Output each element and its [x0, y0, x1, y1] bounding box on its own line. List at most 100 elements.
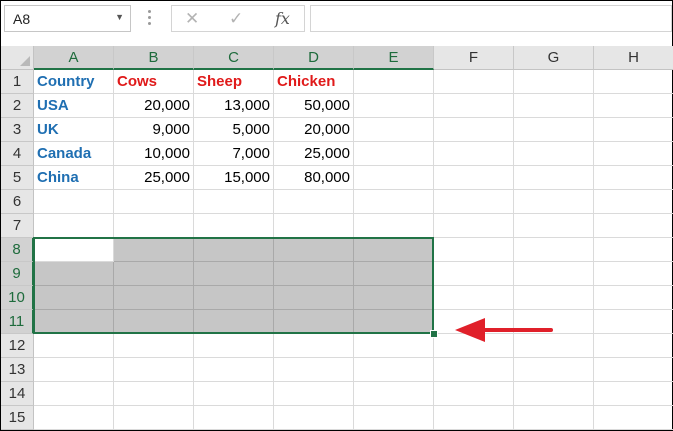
row-header-10[interactable]: 10	[1, 286, 34, 310]
formula-input[interactable]	[310, 5, 672, 32]
cell-a10[interactable]	[34, 286, 114, 310]
grid-cell[interactable]	[434, 238, 514, 262]
cell-c4[interactable]: 7,000	[194, 142, 274, 166]
row-header-5[interactable]: 5	[1, 166, 34, 190]
grid-cell[interactable]	[354, 190, 434, 214]
grid-cell[interactable]	[594, 406, 673, 430]
grid-cell[interactable]	[194, 190, 274, 214]
cell-b3[interactable]: 9,000	[114, 118, 194, 142]
cell-b10[interactable]	[114, 286, 194, 310]
cell-b4[interactable]: 10,000	[114, 142, 194, 166]
row-header-9[interactable]: 9	[1, 262, 34, 286]
grid-cell[interactable]	[194, 214, 274, 238]
grid-cell[interactable]	[354, 142, 434, 166]
grid-cell[interactable]	[514, 190, 594, 214]
cell-c10[interactable]	[194, 286, 274, 310]
grid-cell[interactable]	[514, 406, 594, 430]
column-header-f[interactable]: F	[434, 46, 514, 70]
grid-cell[interactable]	[514, 238, 594, 262]
grid-cell[interactable]	[34, 358, 114, 382]
grid-cell[interactable]	[434, 358, 514, 382]
cell-e9[interactable]	[354, 262, 434, 286]
cell-d4[interactable]: 25,000	[274, 142, 354, 166]
close-icon[interactable]: ✕	[185, 9, 199, 29]
grid-cell[interactable]	[514, 214, 594, 238]
cell-a2[interactable]: USA	[34, 94, 114, 118]
cell-c11[interactable]	[194, 310, 274, 334]
function-icon[interactable]: fx	[275, 9, 290, 28]
chevron-down-icon[interactable]: ▼	[115, 12, 124, 22]
check-icon[interactable]: ✓	[229, 9, 243, 29]
grid-cell[interactable]	[354, 334, 434, 358]
grid-cell[interactable]	[354, 382, 434, 406]
grid-cell[interactable]	[594, 358, 673, 382]
select-all-button[interactable]	[1, 46, 34, 70]
grid-cell[interactable]	[594, 334, 673, 358]
row-header-14[interactable]: 14	[1, 382, 34, 406]
grid-cell[interactable]	[594, 94, 673, 118]
row-header-7[interactable]: 7	[1, 214, 34, 238]
cell-b8[interactable]	[114, 238, 194, 262]
grid-cell[interactable]	[434, 142, 514, 166]
row-header-3[interactable]: 3	[1, 118, 34, 142]
cell-a5[interactable]: China	[34, 166, 114, 190]
cell-d10[interactable]	[274, 286, 354, 310]
grid-cell[interactable]	[434, 190, 514, 214]
grid-cell[interactable]	[274, 334, 354, 358]
grid-cell[interactable]	[594, 238, 673, 262]
cell-c1[interactable]: Sheep	[194, 70, 274, 94]
grid-cell[interactable]	[594, 70, 673, 94]
grid-cell[interactable]	[194, 406, 274, 430]
grid-cell[interactable]	[434, 118, 514, 142]
fill-handle[interactable]	[430, 330, 438, 338]
grid-cell[interactable]	[34, 214, 114, 238]
cell-b9[interactable]	[114, 262, 194, 286]
grid-cell[interactable]	[434, 406, 514, 430]
cell-b2[interactable]: 20,000	[114, 94, 194, 118]
grid-cell[interactable]	[594, 118, 673, 142]
grid-cell[interactable]	[354, 118, 434, 142]
row-header-2[interactable]: 2	[1, 94, 34, 118]
drag-handle-icon[interactable]	[148, 10, 151, 28]
grid-cell[interactable]	[114, 406, 194, 430]
row-header-1[interactable]: 1	[1, 70, 34, 94]
column-header-c[interactable]: C	[194, 46, 274, 70]
grid-cell[interactable]	[354, 358, 434, 382]
column-header-d[interactable]: D	[274, 46, 354, 70]
grid-cell[interactable]	[514, 118, 594, 142]
grid-cell[interactable]	[194, 334, 274, 358]
cell-a1[interactable]: Country	[34, 70, 114, 94]
grid-cell[interactable]	[514, 70, 594, 94]
cell-c9[interactable]	[194, 262, 274, 286]
grid-cell[interactable]	[514, 262, 594, 286]
grid-cell[interactable]	[514, 94, 594, 118]
grid-cell[interactable]	[194, 382, 274, 406]
grid-cell[interactable]	[594, 382, 673, 406]
cell-d5[interactable]: 80,000	[274, 166, 354, 190]
cell-a3[interactable]: UK	[34, 118, 114, 142]
cell-b5[interactable]: 25,000	[114, 166, 194, 190]
grid-cell[interactable]	[274, 190, 354, 214]
row-header-15[interactable]: 15	[1, 406, 34, 430]
cell-a4[interactable]: Canada	[34, 142, 114, 166]
row-header-4[interactable]: 4	[1, 142, 34, 166]
grid-cell[interactable]	[594, 310, 673, 334]
cell-e8[interactable]	[354, 238, 434, 262]
column-header-g[interactable]: G	[514, 46, 594, 70]
cell-d1[interactable]: Chicken	[274, 70, 354, 94]
cell-d3[interactable]: 20,000	[274, 118, 354, 142]
cell-d2[interactable]: 50,000	[274, 94, 354, 118]
cell-d11[interactable]	[274, 310, 354, 334]
grid-cell[interactable]	[354, 70, 434, 94]
name-box[interactable]: A8 ▼	[4, 5, 131, 32]
grid-cell[interactable]	[594, 214, 673, 238]
cell-b11[interactable]	[114, 310, 194, 334]
grid-cell[interactable]	[434, 286, 514, 310]
cell-c2[interactable]: 13,000	[194, 94, 274, 118]
cell-e11[interactable]	[354, 310, 434, 334]
grid-cell[interactable]	[34, 334, 114, 358]
column-header-e[interactable]: E	[354, 46, 434, 70]
grid-cell[interactable]	[594, 286, 673, 310]
grid-cell[interactable]	[434, 262, 514, 286]
grid-cell[interactable]	[434, 214, 514, 238]
